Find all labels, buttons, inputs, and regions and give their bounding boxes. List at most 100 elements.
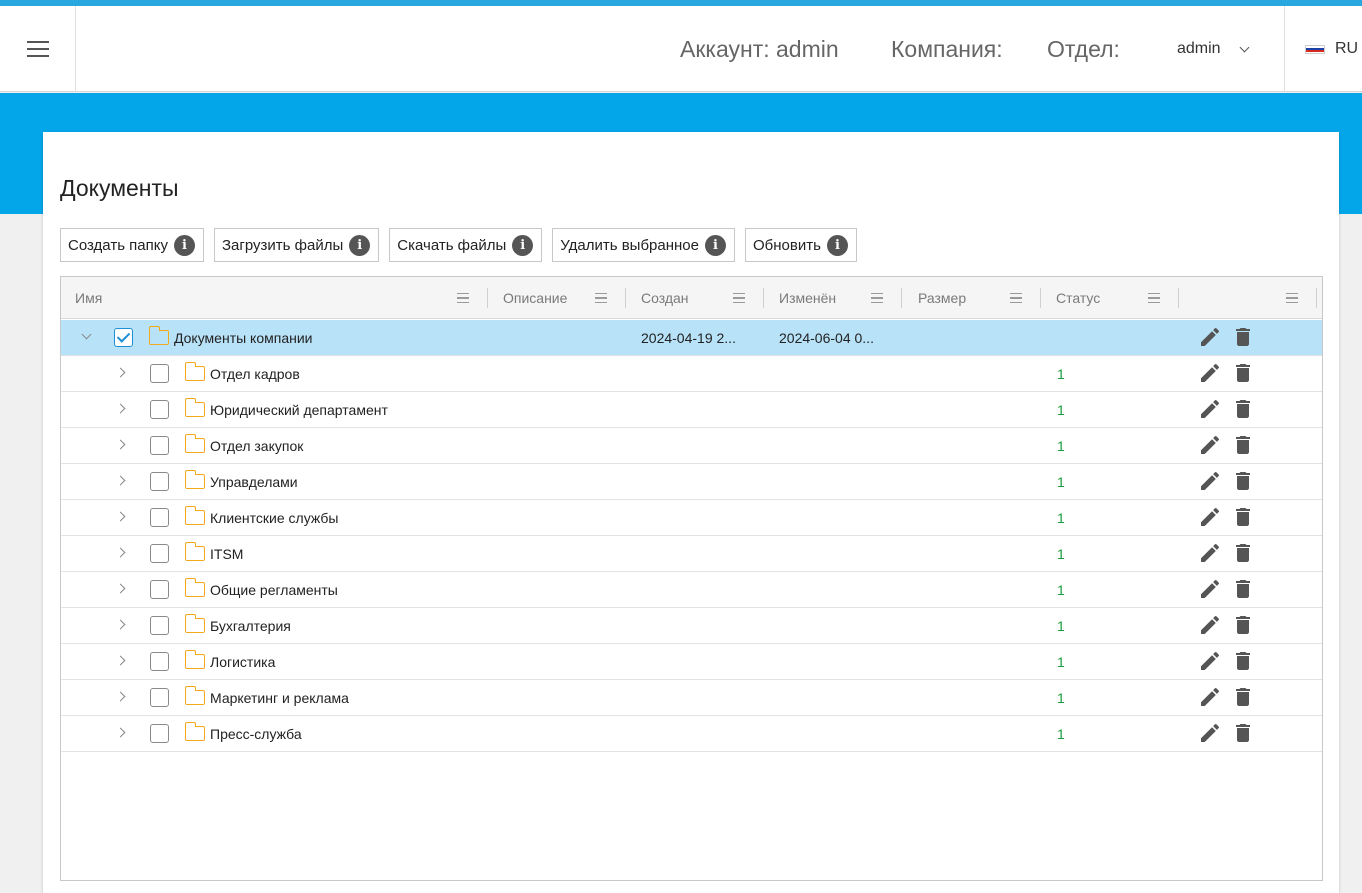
download-files-button[interactable]: Скачать файлы i (389, 228, 543, 262)
delete-icon[interactable] (1231, 685, 1255, 709)
column-divider[interactable] (625, 288, 626, 308)
delete-icon[interactable] (1231, 469, 1255, 493)
expand-icon[interactable] (115, 367, 126, 378)
row-checkbox[interactable] (150, 436, 169, 455)
row-checkbox[interactable] (150, 688, 169, 707)
tree-row[interactable]: Клиентские службы 1 (61, 500, 1322, 536)
expand-icon[interactable] (115, 727, 126, 738)
edit-icon[interactable] (1198, 721, 1222, 745)
tree-row[interactable]: Отдел закупок 1 (61, 428, 1322, 464)
column-header-name[interactable]: Имя (75, 277, 102, 319)
column-header-status[interactable]: Статус (1056, 277, 1100, 319)
column-header-description[interactable]: Описание (503, 277, 567, 319)
tree-row[interactable]: Управделами 1 (61, 464, 1322, 500)
folder-name[interactable]: ITSM (210, 536, 243, 572)
row-checkbox[interactable] (150, 400, 169, 419)
collapse-icon[interactable] (81, 329, 92, 340)
tree-row[interactable]: ITSM 1 (61, 536, 1322, 572)
row-checkbox[interactable] (150, 652, 169, 671)
language-selector[interactable]: RU (1305, 6, 1358, 92)
column-menu-icon[interactable] (457, 293, 469, 303)
edit-icon[interactable] (1198, 505, 1222, 529)
row-checkbox[interactable] (114, 328, 133, 347)
edit-icon[interactable] (1198, 397, 1222, 421)
edit-icon[interactable] (1198, 361, 1222, 385)
column-menu-icon[interactable] (1010, 293, 1022, 303)
column-menu-icon[interactable] (1148, 293, 1160, 303)
delete-icon[interactable] (1231, 721, 1255, 745)
expand-icon[interactable] (115, 439, 126, 450)
expand-icon[interactable] (115, 475, 126, 486)
edit-icon[interactable] (1198, 469, 1222, 493)
delete-icon[interactable] (1231, 361, 1255, 385)
row-checkbox[interactable] (150, 364, 169, 383)
tree-row[interactable]: Бухгалтерия 1 (61, 608, 1322, 644)
user-dropdown[interactable]: admin (1163, 6, 1285, 92)
column-header-created[interactable]: Создан (641, 277, 689, 319)
info-icon[interactable]: i (826, 234, 848, 256)
tree-row[interactable]: Юридический департамент 1 (61, 392, 1322, 428)
column-divider[interactable] (1316, 288, 1317, 308)
folder-name[interactable]: Управделами (210, 464, 298, 500)
folder-name[interactable]: Клиентские службы (210, 500, 338, 536)
expand-icon[interactable] (115, 619, 126, 630)
folder-name[interactable]: Отдел закупок (210, 428, 303, 464)
edit-icon[interactable] (1198, 613, 1222, 637)
expand-icon[interactable] (115, 547, 126, 558)
folder-name[interactable]: Маркетинг и реклама (210, 680, 349, 716)
info-icon[interactable]: i (512, 234, 534, 256)
upload-files-button[interactable]: Загрузить файлы i (214, 228, 380, 262)
column-divider[interactable] (763, 288, 764, 308)
column-header-modified[interactable]: Изменён (779, 277, 836, 319)
column-divider[interactable] (1178, 288, 1179, 308)
row-checkbox[interactable] (150, 508, 169, 527)
edit-icon[interactable] (1198, 685, 1222, 709)
create-folder-button[interactable]: Создать папку i (60, 228, 204, 262)
delete-icon[interactable] (1231, 433, 1255, 457)
column-divider[interactable] (1040, 288, 1041, 308)
folder-name[interactable]: Бухгалтерия (210, 608, 291, 644)
edit-icon[interactable] (1198, 577, 1222, 601)
menu-button[interactable] (0, 6, 76, 92)
column-menu-icon[interactable] (1286, 293, 1298, 303)
tree-row[interactable]: Маркетинг и реклама 1 (61, 680, 1322, 716)
column-menu-icon[interactable] (871, 293, 883, 303)
delete-selected-button[interactable]: Удалить выбранное i (552, 228, 735, 262)
tree-row[interactable]: Отдел кадров 1 (61, 356, 1322, 392)
expand-icon[interactable] (115, 403, 126, 414)
expand-icon[interactable] (115, 583, 126, 594)
edit-icon[interactable] (1198, 541, 1222, 565)
column-divider[interactable] (487, 288, 488, 308)
edit-icon[interactable] (1198, 325, 1222, 349)
delete-icon[interactable] (1231, 649, 1255, 673)
row-checkbox[interactable] (150, 472, 169, 491)
refresh-button[interactable]: Обновить i (745, 228, 857, 262)
edit-icon[interactable] (1198, 649, 1222, 673)
delete-icon[interactable] (1231, 541, 1255, 565)
column-menu-icon[interactable] (595, 293, 607, 303)
tree-row[interactable]: Общие регламенты 1 (61, 572, 1322, 608)
delete-icon[interactable] (1231, 325, 1255, 349)
delete-icon[interactable] (1231, 397, 1255, 421)
column-header-size[interactable]: Размер (918, 277, 966, 319)
column-menu-icon[interactable] (733, 293, 745, 303)
tree-row[interactable]: Логистика 1 (61, 644, 1322, 680)
tree-row-root[interactable]: Документы компании 2024-04-19 2... 2024-… (61, 320, 1322, 356)
row-checkbox[interactable] (150, 544, 169, 563)
row-checkbox[interactable] (150, 616, 169, 635)
folder-name[interactable]: Пресс-служба (210, 716, 302, 752)
delete-icon[interactable] (1231, 613, 1255, 637)
row-checkbox[interactable] (150, 580, 169, 599)
folder-name[interactable]: Общие регламенты (210, 572, 338, 608)
folder-name[interactable]: Логистика (210, 644, 275, 680)
expand-icon[interactable] (115, 511, 126, 522)
expand-icon[interactable] (115, 655, 126, 666)
delete-icon[interactable] (1231, 577, 1255, 601)
info-icon[interactable]: i (705, 234, 726, 256)
row-checkbox[interactable] (150, 724, 169, 743)
info-icon[interactable]: i (174, 234, 195, 256)
folder-name[interactable]: Юридический департамент (210, 392, 388, 428)
expand-icon[interactable] (115, 691, 126, 702)
delete-icon[interactable] (1231, 505, 1255, 529)
info-icon[interactable]: i (349, 234, 371, 256)
